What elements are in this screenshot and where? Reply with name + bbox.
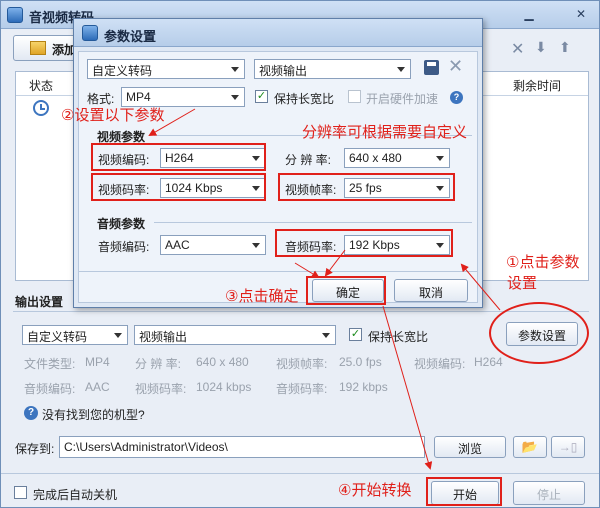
arrow-step1 bbox=[460, 263, 501, 311]
arrow-step2 bbox=[148, 108, 196, 137]
arrow-step4 bbox=[382, 305, 433, 470]
arrow-step3 bbox=[324, 249, 346, 277]
annotation-arrows bbox=[148, 108, 501, 470]
arrow-step3b bbox=[294, 262, 320, 279]
